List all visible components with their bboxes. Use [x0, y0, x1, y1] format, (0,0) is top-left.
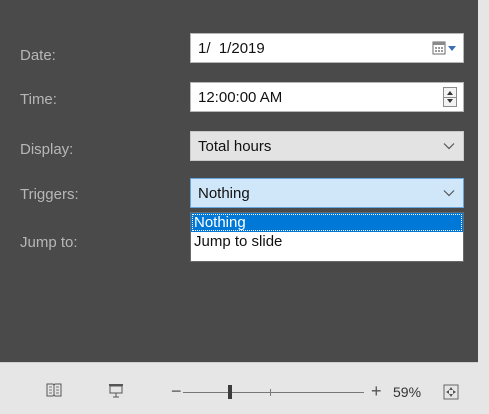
calendar-dropdown-icon[interactable] — [427, 34, 463, 62]
chevron-down-icon[interactable] — [435, 179, 463, 207]
date-value: 1/ 1/2019 — [198, 39, 265, 57]
jump-to-label: Jump to: — [20, 234, 78, 251]
display-label: Display: — [20, 141, 74, 158]
time-spinner-icon[interactable] — [443, 87, 457, 107]
time-field[interactable]: 12:00:00 AM — [190, 82, 464, 112]
zoom-slider-center-mark — [270, 389, 271, 396]
display-value: Total hours — [198, 137, 272, 155]
dropdown-option-jump-to-slide[interactable]: Jump to slide — [191, 232, 463, 251]
zoom-slider-thumb[interactable] — [228, 385, 232, 399]
slide-show-icon[interactable] — [108, 383, 124, 403]
dropdown-option-nothing[interactable]: Nothing — [191, 213, 463, 232]
zoom-slider-track[interactable] — [183, 392, 364, 393]
zoom-in-button[interactable]: + — [371, 382, 382, 400]
triggers-value: Nothing — [198, 184, 250, 202]
time-label: Time: — [20, 91, 57, 108]
fit-to-window-icon[interactable] — [443, 384, 459, 405]
date-label: Date: — [20, 47, 56, 64]
chevron-down-icon[interactable] — [435, 132, 463, 160]
zoom-out-button[interactable]: − — [171, 382, 182, 400]
time-value: 12:00:00 AM — [198, 88, 283, 106]
date-picker[interactable]: 1/ 1/2019 — [190, 33, 464, 63]
window-edge — [478, 0, 489, 414]
properties-panel: Date: 1/ 1/2019 Time: 12:00:00 AM Displa… — [0, 0, 478, 362]
triggers-dropdown-list: Nothing Jump to slide — [190, 212, 464, 262]
reading-view-icon[interactable] — [46, 383, 62, 402]
zoom-percent[interactable]: 59% — [393, 384, 421, 400]
display-select[interactable]: Total hours — [190, 131, 464, 161]
triggers-label: Triggers: — [20, 186, 79, 203]
triggers-select[interactable]: Nothing — [190, 178, 464, 208]
status-bar: − + 59% — [0, 362, 478, 414]
